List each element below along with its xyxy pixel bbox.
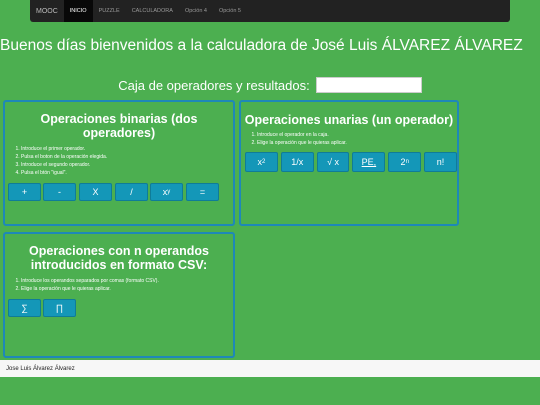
multiply-button[interactable]: X <box>79 183 112 201</box>
unary-operations-panel: Operaciones unarias (un operador) Introd… <box>239 100 459 226</box>
binary-instructions: Introduce el primer operador. Pulsa el b… <box>5 145 233 177</box>
csv-button-row: ∑ ∏ <box>8 299 233 317</box>
nav-item-inicio[interactable]: INICIO <box>63 0 93 22</box>
instruction-item: Introduce los operandos separados por co… <box>21 277 233 285</box>
csv-instructions: Introduce los operandos separados por co… <box>5 277 233 293</box>
integer-part-button[interactable]: PE, <box>352 152 386 172</box>
unary-instructions: Introduce el operador en la caja. Elige … <box>241 131 457 147</box>
instruction-item: Pulsa el btón "igual". <box>21 169 233 177</box>
square-button[interactable]: x2 <box>245 152 278 172</box>
unary-button-row: x2 1/x √ x PE, 2n n! <box>245 152 457 172</box>
brand-link[interactable]: MOOC <box>30 0 64 22</box>
product-button[interactable]: ∏ <box>43 299 76 317</box>
top-navbar: MOOC INICIO PUZZLE CALCULADORA Opción 4 … <box>30 0 510 22</box>
sum-button[interactable]: ∑ <box>8 299 41 317</box>
unary-panel-title: Operaciones unarias (un operador) <box>244 113 454 127</box>
binary-button-row: + - X / xy = <box>8 183 233 201</box>
power-button[interactable]: xy <box>150 183 183 201</box>
divide-button[interactable]: / <box>115 183 148 201</box>
sqrt-button[interactable]: √ x <box>316 152 350 172</box>
nav-item-opcion-4[interactable]: Opción 4 <box>179 0 213 22</box>
instruction-item: Elige la operación que le quieras aplica… <box>257 139 457 147</box>
instruction-item: Introduce el primer operador. <box>21 145 233 153</box>
subtract-button[interactable]: - <box>43 183 76 201</box>
binary-operations-panel: Operaciones binarias (dos operadores) In… <box>3 100 235 226</box>
binary-panel-title: Operaciones binarias (dos operadores) <box>40 112 198 140</box>
instruction-item: Introduce el segundo operador. <box>21 161 233 169</box>
power-of-two-button[interactable]: 2n <box>388 152 422 172</box>
instruction-item: Elige la operación que le quieras aplica… <box>21 285 233 293</box>
reciprocal-button[interactable]: 1/x <box>280 152 314 172</box>
nav-item-calculadora[interactable]: CALCULADORA <box>126 0 179 22</box>
nav-item-puzzle[interactable]: PUZZLE <box>93 0 126 22</box>
factorial-button[interactable]: n! <box>424 152 457 172</box>
equals-button[interactable]: = <box>186 183 219 201</box>
csv-panel-title: Operaciones con n operandos introducidos… <box>29 244 209 272</box>
result-input[interactable] <box>315 77 422 93</box>
add-button[interactable]: + <box>8 183 41 201</box>
csv-operations-panel: Operaciones con n operandos introducidos… <box>3 232 235 358</box>
instruction-item: Introduce el operador en la caja. <box>257 131 457 139</box>
footer-text: Jose Luis Álvarez Álvarez <box>6 365 75 372</box>
result-label: Caja de operadores y resultados: <box>118 77 310 93</box>
result-row: Caja de operadores y resultados: <box>0 76 540 94</box>
pow2-base: 2 <box>400 157 406 167</box>
page-title: Buenos días bienvenidos a la calculadora… <box>0 37 523 54</box>
footer: Jose Luis Álvarez Álvarez <box>0 360 540 377</box>
instruction-item: Pulsa el boton de la operación elegida. <box>21 153 233 161</box>
nav-item-opcion-5[interactable]: Opción 5 <box>213 0 247 22</box>
